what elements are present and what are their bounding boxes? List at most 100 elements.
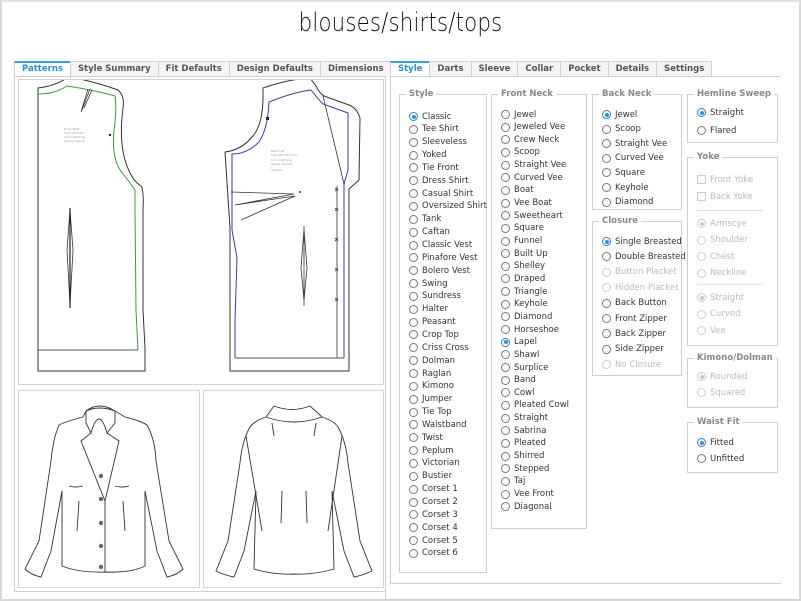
radio-button[interactable] xyxy=(602,252,611,262)
radio-button[interactable] xyxy=(409,471,418,481)
style-option-oversized-shirt[interactable]: Oversized Shirt xyxy=(409,201,487,212)
style-option-kimono[interactable]: Kimono xyxy=(409,381,454,392)
left-tab-fit-defaults[interactable]: Fit Defaults xyxy=(157,61,230,77)
style-option-corset-4[interactable]: Corset 4 xyxy=(409,522,458,533)
radio-button[interactable] xyxy=(501,274,510,284)
front-neck-option-vee-front[interactable]: Vee Front xyxy=(501,489,554,500)
back-neck-option-curved-vee[interactable]: Curved Vee xyxy=(602,153,664,164)
style-option-dolman[interactable]: Dolman xyxy=(409,355,455,366)
radio-button[interactable] xyxy=(409,317,418,327)
front-neck-option-sabrina[interactable]: Sabrina xyxy=(501,425,546,436)
front-neck-option-crew-neck[interactable]: Crew Neck xyxy=(501,134,559,145)
radio-button[interactable] xyxy=(409,394,418,404)
right-tab-sleeve[interactable]: Sleeve xyxy=(470,61,519,77)
right-tab-darts[interactable]: Darts xyxy=(429,61,472,77)
radio-button[interactable] xyxy=(501,388,510,398)
radio-button[interactable] xyxy=(409,304,418,314)
waist-fit-option-fitted[interactable]: Fitted xyxy=(697,437,734,448)
left-tab-design-defaults[interactable]: Design Defaults xyxy=(228,61,321,77)
closure-option-side-zipper[interactable]: Side Zipper xyxy=(602,344,664,355)
closure-option-back-zipper[interactable]: Back Zipper xyxy=(602,328,666,339)
closure-option-single-breasted[interactable]: Single Breasted xyxy=(602,236,682,247)
front-neck-option-horseshoe[interactable]: Horseshoe xyxy=(501,324,559,335)
front-neck-option-surplice[interactable]: Surplice xyxy=(501,362,548,373)
style-option-dress-shirt[interactable]: Dress Shirt xyxy=(409,175,469,186)
radio-button[interactable] xyxy=(409,124,418,134)
right-tab-collar[interactable]: Collar xyxy=(517,61,562,77)
style-option-corset-3[interactable]: Corset 3 xyxy=(409,509,458,520)
radio-button[interactable] xyxy=(409,407,418,417)
style-option-criss-cross[interactable]: Criss Cross xyxy=(409,342,469,353)
style-option-tee-shirt[interactable]: Tee Shirt xyxy=(409,124,459,135)
right-tab-details[interactable]: Details xyxy=(607,61,658,77)
radio-button[interactable] xyxy=(501,147,510,157)
radio-button[interactable] xyxy=(602,168,611,178)
style-option-peasant[interactable]: Peasant xyxy=(409,317,456,328)
radio-button[interactable] xyxy=(409,227,418,237)
radio-button[interactable] xyxy=(409,291,418,301)
hemline-option-straight[interactable]: Straight xyxy=(697,107,744,118)
radio-button[interactable] xyxy=(501,350,510,360)
radio-button[interactable] xyxy=(501,249,510,259)
style-option-pinafore-vest[interactable]: Pinafore Vest xyxy=(409,252,477,263)
front-neck-option-keyhole[interactable]: Keyhole xyxy=(501,299,548,310)
back-neck-option-jewel[interactable]: Jewel xyxy=(602,109,637,120)
radio-button[interactable] xyxy=(501,451,510,461)
radio-button[interactable] xyxy=(501,135,510,145)
front-neck-option-straight[interactable]: Straight xyxy=(501,413,548,424)
front-neck-option-shawl[interactable]: Shawl xyxy=(501,349,539,360)
front-neck-option-cowl[interactable]: Cowl xyxy=(501,387,534,398)
style-option-tank[interactable]: Tank xyxy=(409,214,441,225)
radio-button[interactable] xyxy=(409,112,418,121)
radio-button[interactable] xyxy=(501,110,510,119)
style-option-jumper[interactable]: Jumper xyxy=(409,394,452,405)
style-option-twist[interactable]: Twist xyxy=(409,432,443,443)
radio-button[interactable] xyxy=(409,458,418,468)
style-option-casual-shirt[interactable]: Casual Shirt xyxy=(409,188,473,199)
radio-button[interactable] xyxy=(409,446,418,456)
style-option-waistband[interactable]: Waistband xyxy=(409,419,467,430)
radio-button[interactable] xyxy=(409,189,418,199)
radio-button[interactable] xyxy=(409,266,418,276)
radio-button[interactable] xyxy=(501,211,510,221)
style-option-bustier[interactable]: Bustier xyxy=(409,471,452,482)
radio-button[interactable] xyxy=(697,454,706,463)
radio-button[interactable] xyxy=(501,426,510,436)
radio-button[interactable] xyxy=(602,344,611,354)
radio-button[interactable] xyxy=(409,536,418,546)
radio-button[interactable] xyxy=(409,330,418,340)
radio-button[interactable] xyxy=(501,299,510,309)
radio-button[interactable] xyxy=(501,464,510,474)
style-option-halter[interactable]: Halter xyxy=(409,304,448,315)
radio-button[interactable] xyxy=(501,173,510,183)
radio-button[interactable] xyxy=(409,420,418,430)
hemline-option-flared[interactable]: Flared xyxy=(697,125,736,136)
radio-button[interactable] xyxy=(409,369,418,378)
front-neck-option-triangle[interactable]: Triangle xyxy=(501,286,547,297)
back-neck-option-scoop[interactable]: Scoop xyxy=(602,124,641,135)
style-option-victorian[interactable]: Victorian xyxy=(409,458,460,469)
front-neck-option-taj[interactable]: Taj xyxy=(501,476,525,487)
radio-button[interactable] xyxy=(602,314,611,323)
radio-button[interactable] xyxy=(409,381,418,391)
radio-button[interactable] xyxy=(501,185,510,195)
radio-button[interactable] xyxy=(501,122,510,132)
front-neck-option-shirred[interactable]: Shirred xyxy=(501,451,544,462)
back-neck-option-diamond[interactable]: Diamond xyxy=(602,197,653,208)
radio-button[interactable] xyxy=(602,153,611,163)
right-tab-pocket[interactable]: Pocket xyxy=(560,61,609,77)
front-neck-option-square[interactable]: Square xyxy=(501,223,544,234)
radio-button[interactable] xyxy=(602,124,611,134)
radio-button[interactable] xyxy=(697,126,706,135)
radio-button[interactable] xyxy=(501,287,510,297)
front-neck-option-pleated[interactable]: Pleated xyxy=(501,438,546,449)
radio-button[interactable] xyxy=(409,510,418,520)
radio-button[interactable] xyxy=(409,137,418,147)
front-neck-option-band[interactable]: Band xyxy=(501,375,536,386)
radio-button[interactable] xyxy=(409,433,418,443)
radio-button[interactable] xyxy=(501,160,510,170)
front-neck-option-sweetheart[interactable]: Sweetheart xyxy=(501,210,563,221)
radio-button[interactable] xyxy=(501,476,510,486)
radio-button[interactable] xyxy=(602,329,611,339)
radio-button[interactable] xyxy=(409,163,418,173)
